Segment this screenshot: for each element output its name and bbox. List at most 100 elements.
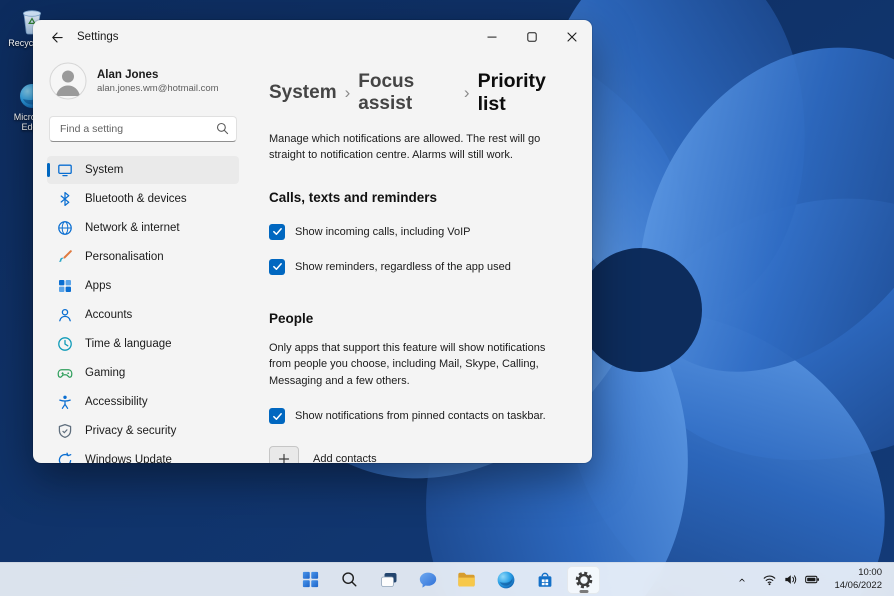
task-view-button[interactable] xyxy=(372,566,405,594)
avatar xyxy=(49,62,87,100)
checkbox-checked[interactable] xyxy=(269,408,285,425)
start-button[interactable] xyxy=(294,566,327,594)
sidebar-item-privacy-security[interactable]: Privacy & security xyxy=(47,417,239,445)
globe-icon xyxy=(58,221,72,235)
maximize-button[interactable] xyxy=(512,20,552,54)
game-controller-icon xyxy=(57,369,73,378)
folder-icon xyxy=(458,572,475,587)
settings-sidebar: Alan Jones alan.jones.wm@hotmail.com Fin… xyxy=(33,54,251,463)
profile-name: Alan Jones xyxy=(97,68,159,81)
search-box xyxy=(49,116,237,142)
sidebar-item-system[interactable]: System xyxy=(47,156,239,184)
breadcrumb-system[interactable]: System xyxy=(269,82,337,104)
system-tray: 10:00 14/06/2022 xyxy=(731,563,890,596)
page-description: Manage which notifications are allowed. … xyxy=(269,133,541,161)
sidebar-item-bluetooth-devices[interactable]: Bluetooth & devices xyxy=(47,185,239,213)
sidebar-item-windows-update[interactable]: Windows Update xyxy=(47,446,239,463)
edge-icon xyxy=(497,571,514,588)
person-icon xyxy=(59,308,71,322)
apps-grid-icon xyxy=(59,280,71,292)
checkbox-row-reminders[interactable]: Show reminders, regardless of the app us… xyxy=(269,258,564,275)
chevron-right-icon: › xyxy=(463,83,470,102)
checkbox-row-incoming-calls[interactable]: Show incoming calls, including VoIP xyxy=(269,223,564,240)
back-button[interactable] xyxy=(41,25,71,49)
store-bag-icon xyxy=(538,572,551,587)
sidebar-item-accessibility[interactable]: Accessibility xyxy=(47,388,239,416)
titlebar[interactable]: Settings xyxy=(33,20,592,54)
update-arrows-icon xyxy=(58,452,72,463)
minimize-icon xyxy=(487,36,497,38)
taskbar: 10:00 14/06/2022 xyxy=(0,562,894,596)
gear-icon xyxy=(575,571,592,588)
section-title-people: People xyxy=(269,310,314,326)
accessibility-person-icon xyxy=(59,395,71,409)
bluetooth-icon xyxy=(60,191,70,207)
sidebar-item-personalisation[interactable]: Personalisation xyxy=(47,243,239,271)
battery-icon xyxy=(805,575,820,584)
taskbar-clock[interactable]: 10:00 14/06/2022 xyxy=(830,567,890,592)
page-title: Priority list xyxy=(477,70,546,115)
sidebar-item-apps[interactable]: Apps xyxy=(47,272,239,300)
edge-button[interactable] xyxy=(489,566,522,594)
settings-window: Settings Alan Jones alan.jones.wm@hotmai… xyxy=(33,20,592,463)
add-contacts-button[interactable] xyxy=(269,446,299,463)
chat-button[interactable] xyxy=(411,566,444,594)
clock-date: 14/06/2022 xyxy=(834,579,882,591)
clock-icon xyxy=(58,337,72,351)
chat-bubble-icon xyxy=(419,572,436,588)
checkbox-checked[interactable] xyxy=(269,223,285,240)
sidebar-item-gaming[interactable]: Gaming xyxy=(47,359,239,387)
settings-content: System › Focus assist › Priority list Ma… xyxy=(251,54,592,463)
checkbox-label: Show incoming calls, including VoIP xyxy=(295,225,471,238)
maximize-icon xyxy=(527,32,537,42)
checkbox-label: Show notifications from pinned contacts … xyxy=(295,410,546,423)
close-button[interactable] xyxy=(552,20,592,54)
checkbox-checked[interactable] xyxy=(269,258,285,275)
sidebar-item-label: Personalisation xyxy=(85,251,164,263)
system-icon xyxy=(58,164,72,177)
checkmark-icon xyxy=(272,412,282,420)
user-profile[interactable]: Alan Jones alan.jones.wm@hotmail.com xyxy=(47,56,239,106)
sidebar-item-label: Network & internet xyxy=(85,222,180,234)
profile-email: alan.jones.wm@hotmail.com xyxy=(97,82,219,94)
sidebar-item-label: System xyxy=(85,164,124,176)
clock-time: 10:00 xyxy=(858,567,882,579)
close-icon xyxy=(567,32,577,42)
task-view-icon xyxy=(380,572,396,587)
minimize-button[interactable] xyxy=(472,20,512,54)
search-icon xyxy=(342,572,357,587)
breadcrumb-focus-assist[interactable]: Focus assist xyxy=(358,71,456,115)
windows-logo-icon xyxy=(302,571,319,588)
file-explorer-button[interactable] xyxy=(450,566,483,594)
sidebar-item-label: Privacy & security xyxy=(85,425,177,437)
selected-accent-bar xyxy=(47,163,50,177)
add-contacts-label: Add contacts xyxy=(313,453,377,463)
sidebar-item-time-language[interactable]: Time & language xyxy=(47,330,239,358)
sidebar-item-label: Accessibility xyxy=(85,396,148,408)
sidebar-item-accounts[interactable]: Accounts xyxy=(47,301,239,329)
breadcrumb: System › Focus assist › Priority list xyxy=(269,70,564,116)
shield-icon xyxy=(58,423,72,439)
tray-status-group[interactable] xyxy=(755,566,828,594)
sidebar-item-label: Windows Update xyxy=(85,454,172,463)
sidebar-item-label: Gaming xyxy=(85,367,126,379)
settings-app-button[interactable] xyxy=(567,565,600,594)
checkmark-icon xyxy=(272,228,282,236)
window-controls xyxy=(472,20,592,54)
checkbox-row-pinned-contacts[interactable]: Show notifications from pinned contacts … xyxy=(269,408,564,425)
taskbar-center-icons xyxy=(294,563,600,596)
chevron-up-icon xyxy=(739,578,746,582)
search-icon xyxy=(216,122,229,135)
volume-icon xyxy=(785,575,797,584)
wifi-icon xyxy=(764,575,776,586)
sidebar-item-label: Time & language xyxy=(85,338,172,350)
sidebar-item-label: Accounts xyxy=(85,309,133,321)
sidebar-item-network-internet[interactable]: Network & internet xyxy=(47,214,239,242)
search-input[interactable] xyxy=(49,116,237,142)
section-title-calls: Calls, texts and reminders xyxy=(269,189,438,205)
microsoft-store-button[interactable] xyxy=(528,566,561,594)
tray-chevron-button[interactable] xyxy=(731,566,753,594)
sidebar-item-label: Bluetooth & devices xyxy=(85,193,187,205)
taskbar-search-button[interactable] xyxy=(333,566,366,594)
add-contacts-row: Add contacts xyxy=(269,446,564,463)
